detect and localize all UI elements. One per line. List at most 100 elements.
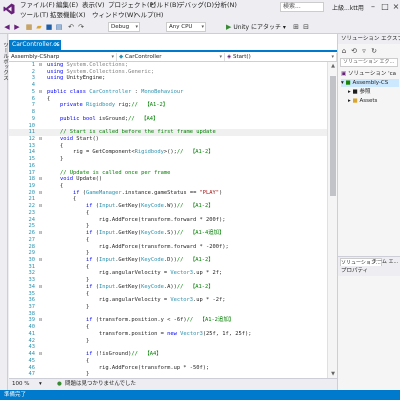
home-icon[interactable]: ⌂ (340, 47, 348, 55)
code-line[interactable]: 22 ⊟ if (Input.GetKey(KeyCode.W))// 【A1-2… (9, 203, 327, 210)
collapse-icon[interactable]: ⊟ (39, 317, 45, 324)
code-line[interactable]: 9 public bool isGround;// 【A4】 (9, 116, 327, 123)
attach-unity-button[interactable]: ▶ Unity にアタッチ ▾ (226, 22, 286, 32)
zoom-dropdown-icon[interactable]: ▾ (39, 379, 42, 390)
collapse-icon[interactable]: ⊟ (39, 257, 45, 264)
collapse-icon[interactable]: ⊟ (39, 136, 45, 143)
solution-search-input[interactable]: ソリューション エク... (340, 58, 398, 67)
class-dropdown[interactable]: ◆ CarController ▾ (117, 53, 225, 61)
code-line[interactable]: 12 ⊟ void Start() (9, 136, 327, 143)
tree-item-solution[interactable]: ▣ ソリューション 'ca (341, 70, 396, 78)
menu-edit[interactable]: 編集(E) (56, 1, 78, 9)
code-line[interactable]: 7 private Rigidbody rig;// 【A1-2】 (9, 102, 327, 109)
code-line[interactable]: 28 rig.AddForce(transform.forward * -200… (9, 244, 327, 251)
code-line[interactable]: 35 { (9, 291, 327, 298)
menu-analyze[interactable]: 分析(N) (214, 1, 237, 9)
tree-item-project[interactable]: ▾ ■ Assembly-CS (341, 79, 399, 87)
tree-item-references[interactable]: ▸ ■ 参照 (348, 88, 370, 96)
scroll-up-icon[interactable]: ▲ (329, 63, 337, 69)
code-line[interactable]: 46 rig.AddForce(transform.up * -50f); (9, 365, 327, 372)
collapse-icon[interactable]: ⊟ (39, 284, 45, 291)
code-line[interactable]: 33 } (9, 277, 327, 284)
code-line[interactable]: 40 { (9, 324, 327, 331)
menu-tools[interactable]: ツール(T) (20, 11, 49, 19)
menu-debug[interactable]: デバッグ(D) (178, 1, 214, 9)
code-line[interactable]: 45 { (9, 358, 327, 365)
code-line[interactable]: 2 using System.Collections.Generic; (9, 69, 327, 76)
code-line[interactable]: 1 ⊟ using System.Collections; (9, 62, 327, 69)
configuration-dropdown[interactable]: Debug ▾ (108, 22, 140, 32)
new-project-icon[interactable]: ▦ (25, 23, 33, 31)
maximize-icon[interactable]: □ (380, 2, 390, 12)
collapse-icon[interactable]: ⊟ (39, 351, 45, 358)
back-icon[interactable]: ◀ (3, 23, 11, 31)
code-line[interactable]: 32 rig.angularVelocity = Vector3.up * 2f… (9, 270, 327, 277)
code-line[interactable]: 8 (9, 109, 327, 116)
menu-project[interactable]: プロジェクト(P) (108, 1, 156, 9)
code-line[interactable]: 4 (9, 82, 327, 89)
code-line[interactable]: 24 rig.AddForce(transform.forward * 200f… (9, 217, 327, 224)
menu-build[interactable]: ビルド(B) (150, 1, 179, 9)
tree-item-assets[interactable]: ▸ ■ Assets (348, 97, 377, 105)
code-line[interactable]: 42 } (9, 338, 327, 345)
member-dropdown[interactable]: ◈ Start() ▾ (225, 53, 337, 61)
menu-window[interactable]: ウィンドウ(W) (92, 11, 136, 19)
code-line[interactable]: 16 (9, 163, 327, 170)
code-line[interactable]: 31 { (9, 264, 327, 271)
code-line[interactable]: 3 using UnityEngine; (9, 75, 327, 82)
sync-icon[interactable]: ⟲ (350, 47, 358, 55)
toolbox-tab[interactable]: ツールボックス (1, 42, 9, 81)
issues-status[interactable]: 問題は見つかりませんでした (65, 379, 136, 390)
code-editor[interactable]: 1 ⊟ using System.Collections; 2 using System… (9, 62, 327, 378)
minimize-icon[interactable]: – (368, 2, 378, 12)
code-line[interactable]: 23 { (9, 210, 327, 217)
search-input[interactable]: 検索... (280, 2, 324, 12)
redo-icon[interactable]: ↷ (77, 23, 85, 31)
menu-help[interactable]: ヘルプ(H) (134, 11, 163, 19)
undo-icon[interactable]: ↶ (67, 23, 75, 31)
code-line[interactable]: 34 ⊟ if (Input.GetKey(KeyCode.A))// 【A1-2… (9, 284, 327, 291)
open-folder-icon[interactable]: ▰ (35, 23, 43, 31)
close-tab-icon[interactable]: × (54, 40, 59, 50)
menu-extensions[interactable]: 拡張機能(X) (50, 11, 86, 19)
code-line[interactable]: 17 // Update is called once per frame (9, 170, 327, 177)
collapse-icon[interactable]: ⊟ (39, 89, 45, 96)
code-line[interactable]: 36 rig.angularVelocity = Vector3.up * -2… (9, 297, 327, 304)
scrollbar-thumb[interactable] (330, 76, 336, 196)
toolbar-extra-icon[interactable]: ⊟ (302, 23, 310, 31)
zoom-level[interactable]: 100 % (12, 379, 29, 390)
code-line[interactable]: 11 // Start is called before the first f… (9, 129, 327, 136)
code-line[interactable]: 15 } (9, 156, 327, 163)
project-dropdown[interactable]: Assembly-CSharp ▾ (9, 53, 117, 61)
document-tab[interactable]: CarController.cs × (9, 40, 61, 50)
code-line[interactable]: 39 ⊟ if (transform.position.y < -6f)// 【A… (9, 317, 327, 324)
tab-team-explorer[interactable]: チーム エ... (372, 258, 398, 266)
code-line[interactable]: 26 ⊟ if (Input.GetKey(KeyCode.S))// 【A1-4… (9, 230, 327, 237)
menu-view[interactable]: 表示(V) (82, 1, 105, 9)
code-line[interactable]: 20 ⊟ if (GameManager.instance.gameStatus … (9, 190, 327, 197)
code-line[interactable]: 30 ⊟ if (Input.GetKey(KeyCode.D))// 【A1-2… (9, 257, 327, 264)
code-line[interactable]: 18 ⊟ void Update() (9, 176, 327, 183)
code-line[interactable]: 37 } (9, 304, 327, 311)
platform-dropdown[interactable]: Any CPU ▾ (166, 22, 206, 32)
collapse-icon[interactable]: ⊟ (39, 62, 45, 69)
collapse-icon[interactable]: ⊟ (39, 176, 45, 183)
code-line[interactable]: 44 ⊟ if (!isGround)// 【A4】 (9, 351, 327, 358)
filter-icon[interactable]: ▿ (360, 47, 368, 55)
toolbar-extra-icon[interactable]: ⊞ (292, 23, 300, 31)
vertical-scrollbar[interactable]: ▲ ▼ (327, 62, 337, 378)
save-icon[interactable]: ■ (45, 23, 53, 31)
code-line[interactable]: 19 { (9, 183, 327, 190)
refresh-icon[interactable]: ↻ (370, 47, 378, 55)
menu-file[interactable]: ファイル(F) (20, 1, 55, 9)
code-line[interactable]: 10 (9, 123, 327, 130)
code-line[interactable]: 27 { (9, 237, 327, 244)
scroll-down-icon[interactable]: ▼ (329, 371, 337, 377)
save-all-icon[interactable]: ▤ (55, 23, 63, 31)
code-line[interactable]: 41 transform.position = new Vector3(25f,… (9, 331, 327, 338)
close-icon[interactable]: × (391, 2, 400, 12)
code-line[interactable]: 47 } (9, 371, 327, 378)
collapse-icon[interactable]: ⊟ (39, 230, 45, 237)
collapse-icon[interactable]: ⊟ (39, 203, 45, 210)
collapse-icon[interactable]: ⊟ (39, 190, 45, 197)
